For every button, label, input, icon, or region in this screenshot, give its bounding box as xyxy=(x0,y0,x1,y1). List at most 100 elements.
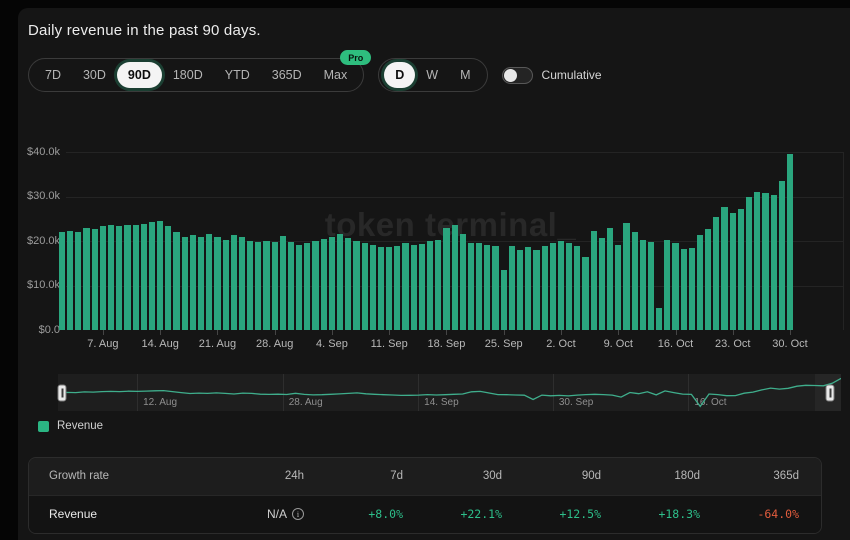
range-tab-365d[interactable]: 365D xyxy=(261,62,313,88)
revenue-bar xyxy=(337,234,343,330)
revenue-bar xyxy=(656,308,662,330)
revenue-bar xyxy=(582,257,588,330)
x-tick-label: 18. Sep xyxy=(427,338,465,350)
x-tick-mark xyxy=(103,330,104,335)
table-header-30d: 30d xyxy=(425,458,524,495)
revenue-bar xyxy=(141,224,147,330)
revenue-bar xyxy=(402,243,408,330)
table-header-7d: 7d xyxy=(326,458,425,495)
cumulative-toggle[interactable] xyxy=(502,67,533,84)
table-row-label: Revenue xyxy=(29,495,227,533)
range-tab-90d[interactable]: 90D xyxy=(117,62,162,88)
revenue-bar xyxy=(247,241,253,330)
table-header-growth-rate: Growth rate xyxy=(29,458,227,495)
revenue-bar xyxy=(542,246,548,331)
navigator-handle-left[interactable] xyxy=(58,384,67,401)
revenue-bar xyxy=(566,243,572,330)
table-cell: +8.0% xyxy=(326,495,425,533)
revenue-bar xyxy=(705,229,711,330)
growth-value: +22.1% xyxy=(460,507,502,521)
revenue-bar xyxy=(574,246,580,330)
x-tick-mark xyxy=(446,330,447,335)
toolbar: Pro 7D30D90D180DYTD365DMax DWM Cumulativ… xyxy=(28,58,602,92)
revenue-bar xyxy=(599,238,605,330)
x-tick-label: 21. Aug xyxy=(199,338,236,350)
range-tab-ytd[interactable]: YTD xyxy=(214,62,261,88)
x-tick-label: 30. Oct xyxy=(772,338,807,350)
chart-navigator[interactable]: 12. Aug28. Aug14. Sep30. Sep16. Oct xyxy=(58,374,841,411)
range-tab-7d[interactable]: 7D xyxy=(34,62,72,88)
revenue-bar xyxy=(664,240,670,330)
revenue-bar xyxy=(304,243,310,330)
revenue-bar xyxy=(59,232,65,330)
x-tick-label: 7. Aug xyxy=(87,338,118,350)
granularity-tab-d[interactable]: D xyxy=(384,62,415,88)
x-tick-mark xyxy=(561,330,562,335)
cumulative-toggle-wrap: Cumulative xyxy=(502,67,602,84)
x-tick-label: 16. Oct xyxy=(658,338,693,350)
granularity-tab-w[interactable]: W xyxy=(415,62,449,88)
revenue-bar xyxy=(67,231,73,330)
legend-item-revenue[interactable]: Revenue xyxy=(38,420,103,432)
revenue-bar xyxy=(517,250,523,331)
revenue-bar xyxy=(672,243,678,330)
revenue-bar xyxy=(362,243,368,330)
growth-value: +18.3% xyxy=(658,507,700,521)
revenue-bar xyxy=(681,249,687,330)
range-tab-30d[interactable]: 30D xyxy=(72,62,117,88)
revenue-bar xyxy=(100,226,106,330)
revenue-bar xyxy=(443,228,449,330)
growth-value: -64.0% xyxy=(757,507,799,521)
revenue-bar xyxy=(533,250,539,330)
revenue-bar xyxy=(272,242,278,330)
table-header-row: Growth rate24h7d30d90d180d365d xyxy=(29,458,821,495)
revenue-bar xyxy=(92,229,98,330)
revenue-bar xyxy=(239,237,245,331)
revenue-bar xyxy=(223,240,229,330)
revenue-bar xyxy=(468,243,474,330)
revenue-bar xyxy=(108,225,114,330)
navigator-handle-right[interactable] xyxy=(826,384,835,401)
range-tab-group: Pro 7D30D90D180DYTD365DMax xyxy=(28,58,364,92)
growth-value: +12.5% xyxy=(559,507,601,521)
revenue-bar xyxy=(370,245,376,330)
revenue-bar xyxy=(190,235,196,330)
revenue-bar xyxy=(484,245,490,330)
revenue-bar xyxy=(198,237,204,331)
revenue-bar xyxy=(419,244,425,330)
revenue-bar xyxy=(501,270,507,330)
revenue-bar xyxy=(623,223,629,330)
x-tick-mark xyxy=(790,330,791,335)
info-icon[interactable]: i xyxy=(292,508,304,520)
revenue-bar xyxy=(721,207,727,330)
revenue-bar xyxy=(648,242,654,330)
range-tab-max[interactable]: Max xyxy=(313,62,359,88)
revenue-bar xyxy=(730,213,736,331)
revenue-bar xyxy=(214,237,220,331)
x-tick-mark xyxy=(676,330,677,335)
revenue-bar xyxy=(345,238,351,330)
growth-rate-table: Growth rate24h7d30d90d180d365d RevenueN/… xyxy=(28,457,822,534)
table-header-24h: 24h xyxy=(227,458,326,495)
revenue-bar xyxy=(124,225,130,331)
plot-area[interactable] xyxy=(18,152,850,330)
revenue-bar xyxy=(255,242,261,330)
range-tab-180d[interactable]: 180D xyxy=(162,62,214,88)
revenue-bar xyxy=(149,222,155,330)
table-cell: N/Ai xyxy=(227,495,326,533)
revenue-bar xyxy=(591,231,597,330)
revenue-bar xyxy=(607,228,613,330)
page-title: Daily revenue in the past 90 days. xyxy=(28,22,261,39)
revenue-bar xyxy=(182,237,188,330)
x-tick-label: 11. Sep xyxy=(371,338,408,350)
revenue-bar xyxy=(746,197,752,330)
revenue-bar xyxy=(263,241,269,330)
revenue-bar xyxy=(353,241,359,330)
pro-badge: Pro xyxy=(340,50,371,65)
growth-value: +8.0% xyxy=(368,507,403,521)
revenue-bar xyxy=(133,225,139,330)
granularity-tab-m[interactable]: M xyxy=(449,62,481,88)
table-cell: +18.3% xyxy=(623,495,722,533)
x-tick-mark xyxy=(733,330,734,335)
table-header-365d: 365d xyxy=(722,458,821,495)
